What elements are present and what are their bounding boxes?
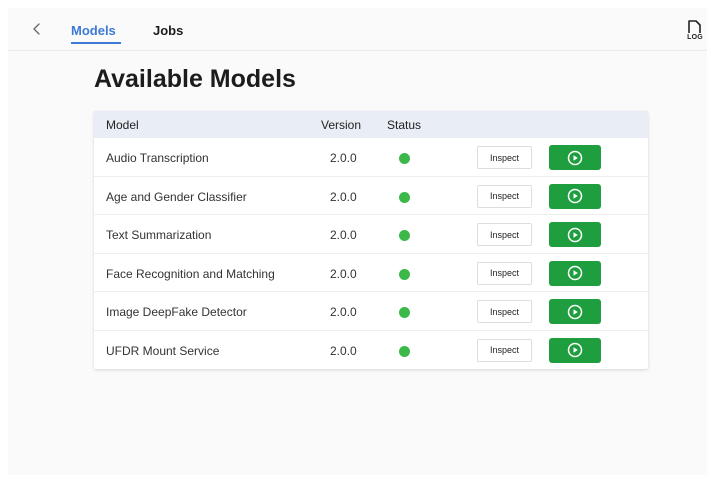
log-button[interactable]: LOG	[684, 19, 706, 43]
model-name: Face Recognition and Matching	[106, 266, 275, 281]
model-name: Text Summarization	[106, 228, 212, 242]
model-name: Image DeepFake Detector	[106, 305, 247, 319]
column-header-version: Version	[321, 118, 362, 132]
table-row: UFDR Mount Service 2.0.0 Inspect	[94, 331, 648, 370]
log-label: LOG	[687, 34, 703, 41]
model-name: Audio Transcription	[106, 151, 209, 165]
log-file-icon	[688, 20, 701, 33]
run-button[interactable]	[549, 337, 601, 363]
inspect-button[interactable]: Inspect	[477, 338, 532, 362]
run-button[interactable]	[549, 145, 601, 170]
inspect-button[interactable]: Inspect	[477, 184, 532, 208]
column-header-model: Model	[106, 118, 139, 132]
inspect-button[interactable]: Inspect	[477, 146, 532, 169]
table-row: Face Recognition and Matching 2.0.0 Insp…	[94, 254, 648, 292]
status-indicator	[399, 307, 410, 318]
table-header: Model Version Status	[94, 111, 648, 138]
model-name: UFDR Mount Service	[106, 343, 220, 358]
tab-jobs[interactable]: Jobs	[153, 23, 183, 38]
run-button[interactable]	[549, 183, 601, 209]
table-body: Audio Transcription 2.0.0 Inspect Age an…	[94, 138, 648, 369]
models-table: Model Version Status Audio Transcription…	[94, 111, 648, 369]
tab-models[interactable]: Models	[71, 23, 116, 38]
status-indicator	[399, 268, 410, 280]
chevron-left-icon	[33, 23, 40, 35]
model-name: Age and Gender Classifier	[106, 189, 247, 204]
status-indicator	[399, 230, 410, 241]
table-row: Image DeepFake Detector 2.0.0 Inspect	[94, 292, 648, 331]
back-button[interactable]	[28, 20, 46, 38]
page-title: Available Models	[94, 65, 296, 93]
table-row: Text Summarization 2.0.0 Inspect	[94, 215, 648, 254]
model-version: 2.0.0	[330, 305, 357, 319]
inspect-button[interactable]: Inspect	[477, 300, 532, 323]
table-row: Age and Gender Classifier 2.0.0 Inspect	[94, 177, 648, 215]
top-navigation-bar: Models Jobs LOG	[8, 8, 707, 51]
run-button[interactable]	[549, 222, 601, 247]
model-version: 2.0.0	[330, 343, 357, 358]
status-indicator	[399, 191, 410, 203]
run-button[interactable]	[549, 299, 601, 324]
model-version: 2.0.0	[330, 189, 357, 204]
model-version: 2.0.0	[330, 228, 357, 242]
app-frame: Models Jobs LOG Available Models Model V…	[8, 8, 707, 475]
model-version: 2.0.0	[330, 266, 357, 281]
inspect-button[interactable]: Inspect	[477, 261, 532, 285]
play-circle-icon	[567, 304, 583, 319]
status-indicator	[399, 345, 410, 357]
model-version: 2.0.0	[330, 151, 357, 165]
active-tab-indicator	[71, 42, 121, 44]
inspect-button[interactable]: Inspect	[477, 223, 532, 246]
play-circle-icon	[567, 150, 583, 165]
play-circle-icon	[567, 265, 583, 281]
play-circle-icon	[567, 342, 583, 358]
run-button[interactable]	[549, 260, 601, 286]
play-circle-icon	[567, 227, 583, 242]
column-header-status: Status	[387, 118, 422, 132]
status-indicator	[399, 153, 410, 164]
table-row: Audio Transcription 2.0.0 Inspect	[94, 138, 648, 177]
play-circle-icon	[567, 188, 583, 204]
